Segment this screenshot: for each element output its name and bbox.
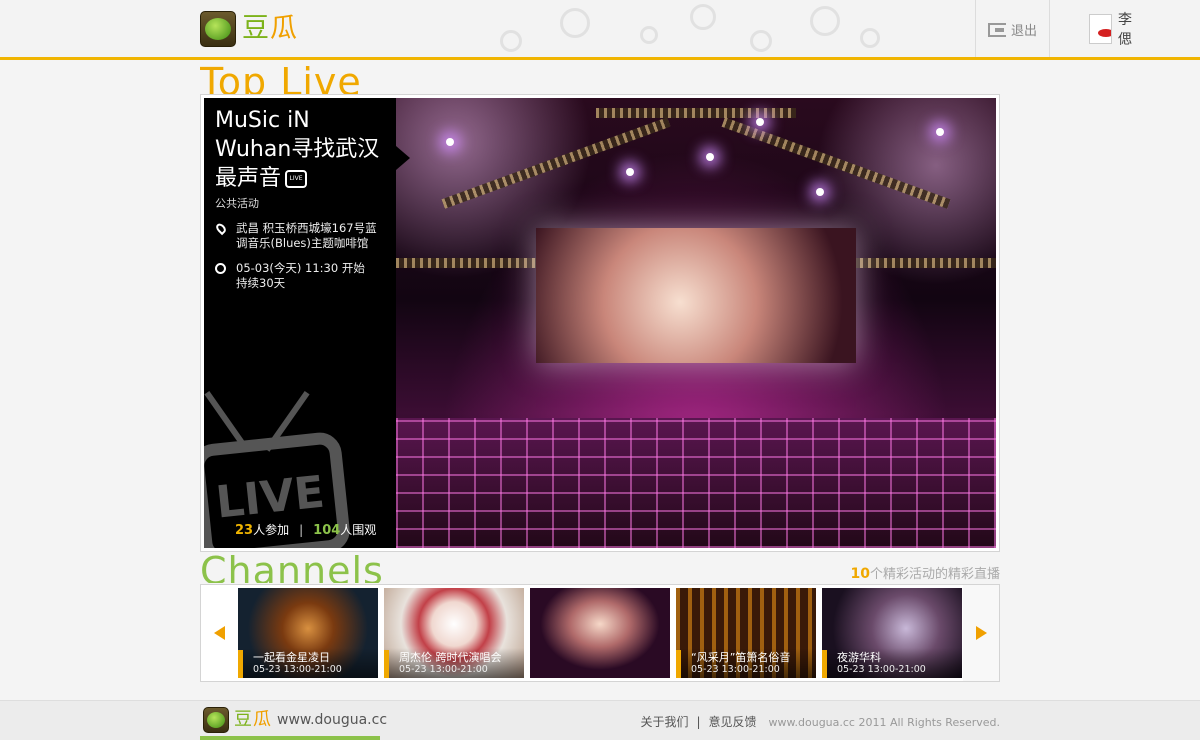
channel-time: 05-23 13:00-21:00: [691, 664, 780, 675]
channels-title: Channels: [200, 551, 384, 583]
top-live-inner: MuSic iN Wuhan寻找武汉最声音 LIVE 公共活动 武昌 积玉桥西城壕…: [204, 98, 996, 548]
footer: 豆瓜 www.dougua.cc 关于我们 | 意见反馈 www.dougua.cc …: [0, 700, 1200, 740]
live-photo[interactable]: [396, 98, 996, 548]
about-link[interactable]: 关于我们: [640, 715, 688, 729]
live-info-panel: MuSic iN Wuhan寻找武汉最声音 LIVE 公共活动 武昌 积玉桥西城壕…: [204, 98, 396, 548]
header-decoration: [490, 0, 910, 57]
copyright: www.dougua.cc 2011 All Rights Reserved.: [768, 716, 1000, 729]
channel-item-active[interactable]: [530, 588, 670, 678]
live-type: 公共活动: [215, 197, 259, 210]
stage-floor: [396, 418, 996, 548]
top-live-title: Top Live: [200, 62, 362, 94]
channel-title: “风采月”笛箫名俗音: [691, 651, 791, 664]
logout-button[interactable]: 退出: [988, 20, 1037, 39]
channel-item[interactable]: 一起看金星凌日 05-23 13:00-21:00: [238, 588, 378, 678]
participant-count: 23: [235, 523, 254, 538]
footer-links: 关于我们 | 意见反馈 www.dougua.cc 2011 All Rights R…: [640, 715, 1000, 729]
header-inner: 豆瓜 李偲: [200, 0, 1132, 57]
channels-count-number: 10: [850, 566, 870, 582]
header: 豆瓜 李偲 退出: [0, 0, 1200, 60]
header-divider: [975, 0, 976, 57]
viewer-count: 104: [313, 523, 341, 538]
channel-time: 05-23 13:00-21:00: [399, 664, 488, 675]
location-text: 武昌 积玉桥西城壕167号蓝调音乐(Blues)主题咖啡馆: [236, 221, 377, 250]
pointer-arrow: [396, 146, 410, 170]
participant-label: 人参加: [253, 523, 290, 537]
time-row: 05-03(今天) 11:30 开始 持续30天: [215, 261, 385, 291]
channel-list: 一起看金星凌日 05-23 13:00-21:00 周杰伦 跨时代演唱会 05-23…: [238, 588, 968, 678]
viewer-label: 人围观: [340, 523, 377, 537]
channels-count: 10个精彩活动的精彩直播: [851, 563, 1001, 582]
channel-title: 夜游华科: [837, 651, 881, 664]
live-stats: 23人参加 | 104人围观: [235, 523, 377, 538]
carousel-next-button[interactable]: [963, 585, 999, 681]
footer-logo-text-a: 豆: [234, 709, 253, 730]
time-duration: 持续30天: [236, 276, 286, 290]
channel-time: 05-23 13:00-21:00: [253, 664, 342, 675]
header-divider: [1049, 0, 1050, 57]
footer-underline: [200, 736, 380, 740]
location-row: 武昌 积玉桥西城壕167号蓝调音乐(Blues)主题咖啡馆: [214, 221, 385, 251]
channel-title: 周杰伦 跨时代演唱会: [399, 651, 502, 664]
clock-icon: [215, 263, 226, 274]
channel-carousel: 一起看金星凌日 05-23 13:00-21:00 周杰伦 跨时代演唱会 05-23…: [200, 584, 1000, 682]
arrow-right-icon: [975, 626, 987, 640]
channels-count-label: 个精彩活动的精彩直播: [869, 567, 1000, 582]
top-live-card[interactable]: MuSic iN Wuhan寻找武汉最声音 LIVE 公共活动 武昌 积玉桥西城壕…: [200, 94, 1000, 552]
logout-icon: [988, 22, 1006, 37]
logout-label: 退出: [1011, 24, 1038, 39]
stage-screen: [536, 228, 856, 363]
footer-url: www.dougua.cc: [277, 712, 388, 728]
footer-logo-text: 豆瓜: [234, 707, 272, 733]
footer-logo-icon: [203, 707, 229, 733]
channel-item[interactable]: 夜游华科 05-23 13:00-21:00: [822, 588, 962, 678]
logo-text-a: 豆: [242, 13, 270, 44]
logo-text: 豆瓜: [242, 11, 298, 47]
channel-time: 05-23 13:00-21:00: [837, 664, 926, 675]
user-name[interactable]: 李偲: [1118, 9, 1139, 49]
user-profile[interactable]: 李偲: [1089, 12, 1139, 48]
avatar[interactable]: [1089, 14, 1112, 44]
footer-logo[interactable]: 豆瓜 www.dougua.cc: [203, 707, 387, 733]
live-title[interactable]: MuSic iN Wuhan寻找武汉最声音 LIVE: [215, 106, 385, 193]
arrow-left-icon: [213, 626, 225, 640]
channel-title: 一起看金星凌日: [253, 651, 330, 664]
footer-logo-text-b: 瓜: [253, 709, 272, 730]
location-pin-icon: [214, 221, 228, 236]
live-tv-icon: LIVE: [285, 170, 308, 188]
time-start: 05-03(今天) 11:30 开始: [236, 261, 365, 275]
logo-text-b: 瓜: [270, 13, 298, 44]
carousel-prev-button[interactable]: [201, 585, 237, 681]
channel-item[interactable]: 周杰伦 跨时代演唱会 05-23 13:00-21:00: [384, 588, 524, 678]
feedback-link[interactable]: 意见反馈: [709, 715, 757, 729]
logo-icon: [200, 11, 236, 47]
channel-item[interactable]: “风采月”笛箫名俗音 05-23 13:00-21:00: [676, 588, 816, 678]
logo[interactable]: 豆瓜: [200, 11, 298, 47]
